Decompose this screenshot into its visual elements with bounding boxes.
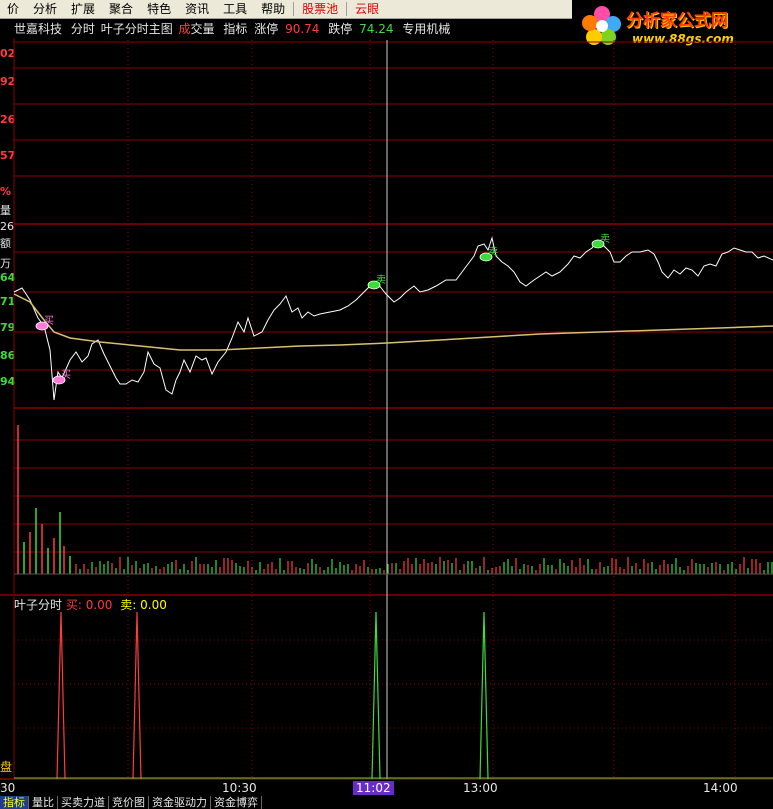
buy-label: 买: bbox=[65, 598, 82, 612]
logo-brand: 分析家公式网 bbox=[626, 11, 728, 31]
indicator-spike-buy-2 bbox=[132, 611, 142, 780]
limit-up-value: 90.74 bbox=[285, 22, 320, 36]
volume-label-a: 成 bbox=[178, 22, 191, 36]
sell-marker-2-text: 卖 bbox=[488, 246, 498, 258]
menu-separator bbox=[346, 2, 348, 16]
limit-down-label: 跌停 bbox=[328, 22, 353, 36]
limit-down-value: 74.24 bbox=[359, 22, 394, 36]
menu-item-0[interactable]: 价 bbox=[0, 0, 26, 18]
menu-separator bbox=[293, 2, 295, 16]
tab-4[interactable]: 资金驱动力 bbox=[149, 796, 211, 809]
indicator-name: 叶子分时 bbox=[14, 598, 63, 612]
corner-label: 盘 bbox=[0, 760, 13, 774]
menu-item-6[interactable]: 工具 bbox=[216, 0, 254, 18]
tab-5[interactable]: 资金博弈 bbox=[211, 796, 262, 809]
index-label[interactable]: 指标 bbox=[223, 22, 247, 36]
menu-item-3[interactable]: 聚合 bbox=[102, 0, 140, 18]
time-label-3: 14:00 bbox=[703, 781, 738, 795]
buy-marker-1-text: 买 bbox=[44, 315, 54, 327]
sell-marker-3-text: 卖 bbox=[600, 233, 610, 245]
menu-item-4[interactable]: 特色 bbox=[140, 0, 178, 18]
tab-3[interactable]: 竞价图 bbox=[109, 796, 149, 809]
average-price-line bbox=[13, 293, 773, 351]
time-label-0: 10:30 bbox=[222, 781, 257, 795]
buy-marker-2-text: 买 bbox=[61, 369, 71, 381]
menu-item-2[interactable]: 扩展 bbox=[64, 0, 102, 18]
volume-label-b: 交量 bbox=[190, 22, 215, 36]
tab-2[interactable]: 买卖力道 bbox=[58, 796, 109, 809]
menu-item-8[interactable]: 股票池 bbox=[295, 0, 345, 18]
view-mode[interactable]: 分时 bbox=[71, 22, 95, 36]
indicator-spike-buy-1 bbox=[56, 611, 66, 780]
indicator-title[interactable]: 叶子分时主图 bbox=[101, 22, 173, 36]
menu-item-7[interactable]: 帮助 bbox=[254, 0, 292, 18]
sector-label: 专用机械 bbox=[402, 22, 451, 36]
sell-label: 卖: bbox=[120, 598, 137, 612]
menu-item-5[interactable]: 资讯 bbox=[178, 0, 216, 18]
sell-marker-1-text: 卖 bbox=[376, 274, 386, 286]
time-label-2: 13:00 bbox=[463, 781, 498, 795]
indicator-tab-bar: 指标 量比 买卖力道 竞价图 资金驱动力 资金博弈 bbox=[0, 796, 773, 809]
limit-up-label: 涨停 bbox=[254, 22, 279, 36]
time-label-1: 11:02 bbox=[353, 781, 394, 795]
menu-item-9[interactable]: 云眼 bbox=[348, 0, 386, 18]
indicator-legend: 叶子分时 买: 0.00 卖: 0.00 bbox=[14, 596, 167, 613]
buy-value: 0.00 bbox=[85, 598, 113, 612]
sell-value: 0.00 bbox=[140, 598, 167, 612]
info-bar: 世嘉科技 分时 叶子分时主图 成交量 指标 涨停 90.74 跌停 74.24 … bbox=[14, 20, 455, 38]
tab-1[interactable]: 量比 bbox=[29, 796, 58, 809]
time-start: 30 bbox=[0, 781, 16, 795]
indicator-spike-sell-2 bbox=[479, 611, 489, 780]
tab-0[interactable]: 指标 bbox=[0, 796, 29, 809]
price-line bbox=[13, 236, 773, 401]
indicator-spike-sell-1 bbox=[371, 611, 381, 780]
menu-item-1[interactable]: 分析 bbox=[26, 0, 64, 18]
stock-name: 世嘉科技 bbox=[14, 22, 63, 36]
intraday-chart[interactable]: 买买卖卖卖 bbox=[0, 38, 773, 796]
